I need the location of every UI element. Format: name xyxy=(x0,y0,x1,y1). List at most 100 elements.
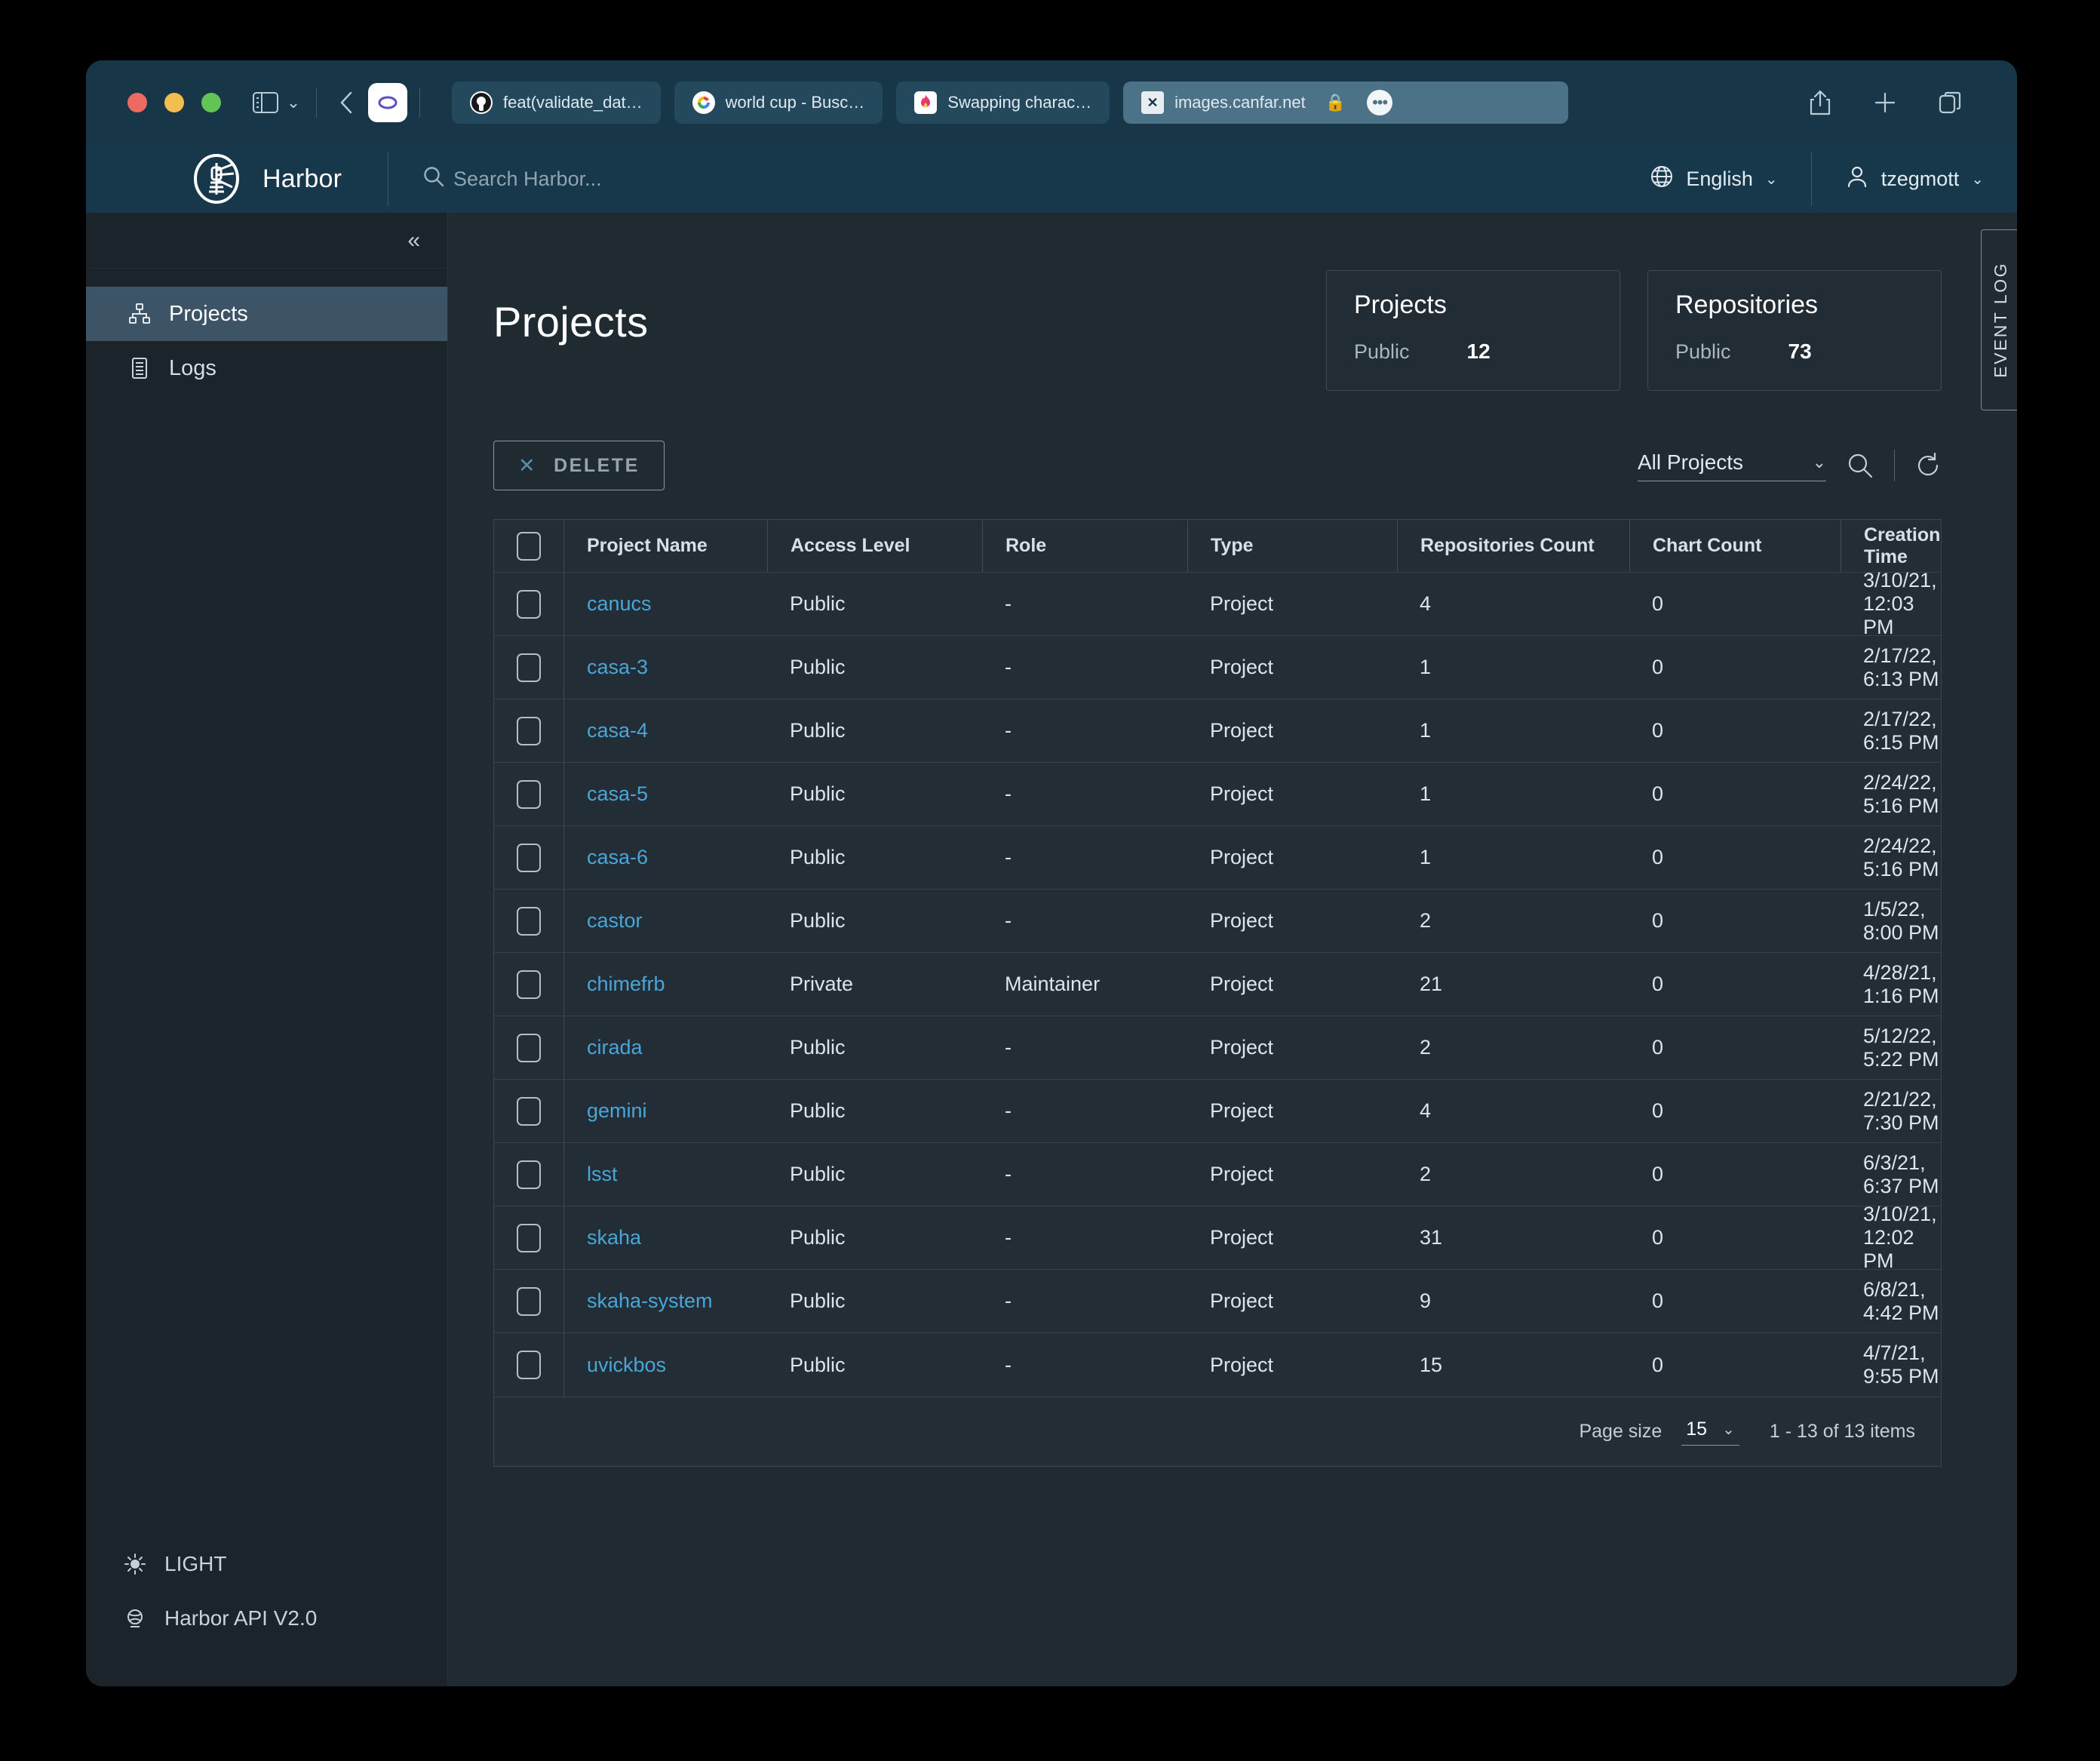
cell-role: - xyxy=(1005,1099,1012,1122)
sidebar-item-logs[interactable]: Logs xyxy=(86,341,447,395)
column-header-project-name[interactable]: Project Name xyxy=(563,520,767,572)
event-log-tab[interactable]: EVENT LOG xyxy=(1981,229,2017,410)
row-checkbox[interactable] xyxy=(494,1270,563,1332)
row-checkbox[interactable] xyxy=(494,1206,563,1269)
row-checkbox[interactable] xyxy=(494,1143,563,1206)
language-selector[interactable]: English ⌄ xyxy=(1616,164,1810,194)
table-row[interactable]: casa-4 Public - Project 1 0 2/17/22, 6:15 PM xyxy=(494,699,1941,763)
table-row[interactable]: gemini Public - Project 4 0 2/21/22, 7:30 PM xyxy=(494,1080,1941,1143)
projects-table: Project Name Access Level Role Type Repo… xyxy=(493,519,1942,1467)
back-icon[interactable] xyxy=(329,85,364,120)
chevron-down-icon: ⌄ xyxy=(1971,171,1984,188)
harbor-brand[interactable]: Harbor xyxy=(109,154,388,204)
harbor-api-link[interactable]: Harbor API V2.0 xyxy=(86,1591,447,1646)
table-row[interactable]: casa-5 Public - Project 1 0 2/24/22, 5:16 PM xyxy=(494,763,1941,826)
browser-tab-google[interactable]: world cup - Busc… xyxy=(674,81,883,124)
share-icon[interactable] xyxy=(1803,85,1838,120)
row-checkbox[interactable] xyxy=(494,826,563,889)
table-row[interactable]: cirada Public - Project 2 0 5/12/22, 5:22 PM xyxy=(494,1016,1941,1080)
project-link[interactable]: casa-4 xyxy=(587,719,648,742)
cell-role: - xyxy=(1005,719,1012,742)
column-header-creation-time[interactable]: Creation Time xyxy=(1841,520,1941,572)
close-window-button[interactable] xyxy=(127,93,147,112)
delete-button[interactable]: ✕ DELETE xyxy=(493,441,665,490)
row-checkbox[interactable] xyxy=(494,1080,563,1142)
row-checkbox[interactable] xyxy=(494,1333,563,1397)
table-row[interactable]: skaha-system Public - Project 9 0 6/8/21, 4:42… xyxy=(494,1270,1941,1333)
row-checkbox[interactable] xyxy=(494,636,563,699)
sidebar-collapse-button[interactable]: « xyxy=(86,213,447,269)
table-row[interactable]: skaha Public - Project 31 0 3/10/21, 12:02 PM xyxy=(494,1203,1941,1272)
api-icon xyxy=(122,1606,148,1631)
row-checkbox[interactable] xyxy=(494,1016,563,1079)
cell-repositories-count: 15 xyxy=(1420,1353,1443,1376)
cell-type: Project xyxy=(1210,1226,1274,1249)
table-row[interactable]: canucs Public - Project 4 0 3/10/21, 12:03 PM xyxy=(494,569,1941,638)
cell-creation-time: 3/10/21, 12:02 PM xyxy=(1863,1203,1937,1272)
column-header-repositories-count[interactable]: Repositories Count xyxy=(1397,520,1629,572)
sidebar-item-projects[interactable]: Projects xyxy=(86,287,447,341)
cell-type: Project xyxy=(1210,909,1274,932)
project-link[interactable]: casa-5 xyxy=(587,782,648,806)
page-size-value: 15 xyxy=(1686,1418,1708,1440)
row-checkbox[interactable] xyxy=(494,573,563,635)
minimize-window-button[interactable] xyxy=(164,93,184,112)
table-row[interactable]: chimefrb Private Maintainer Project 21 0 4/28/… xyxy=(494,953,1941,1016)
project-filter-select[interactable]: All Projects ⌄ xyxy=(1638,450,1826,481)
checkbox-icon xyxy=(517,1223,541,1252)
table-row[interactable]: lsst Public - Project 2 0 6/3/21, 6:37 PM xyxy=(494,1143,1941,1206)
new-tab-icon[interactable] xyxy=(1868,85,1902,120)
project-link[interactable]: casa-6 xyxy=(587,846,648,869)
row-checkbox[interactable] xyxy=(494,763,563,825)
cell-repositories-count: 2 xyxy=(1420,1036,1432,1059)
cell-creation-time: 2/24/22, 5:16 PM xyxy=(1863,834,1939,880)
browser-tab-strip: feat(validate_dat… world cup - Busc… Swa… xyxy=(452,81,1569,124)
column-header-chart-count[interactable]: Chart Count xyxy=(1629,520,1841,572)
theme-toggle-light[interactable]: LIGHT xyxy=(86,1537,447,1591)
chevron-down-icon[interactable]: ⌄ xyxy=(283,93,304,112)
harbor-logo-icon xyxy=(192,154,241,204)
search-input[interactable]: Search Harbor... xyxy=(422,164,602,194)
project-link[interactable]: canucs xyxy=(587,592,652,616)
current-site-favicon-icon[interactable] xyxy=(368,83,407,122)
tab-more-icon[interactable]: ••• xyxy=(1367,90,1393,115)
project-link[interactable]: gemini xyxy=(587,1099,647,1123)
column-header-role[interactable]: Role xyxy=(982,520,1187,572)
project-link[interactable]: lsst xyxy=(587,1163,618,1186)
sidebar-toggle-icon[interactable] xyxy=(248,85,283,120)
browser-tab-swapping[interactable]: Swapping charac… xyxy=(896,81,1110,124)
maximize-window-button[interactable] xyxy=(201,93,221,112)
browser-tab-images-canfar[interactable]: ✕ images.canfar.net 🔒 ••• xyxy=(1123,81,1569,124)
sidebar-item-label: Logs xyxy=(169,355,216,380)
browser-tab-github[interactable]: feat(validate_dat… xyxy=(452,81,661,124)
stat-card-projects[interactable]: Projects Public 12 xyxy=(1326,270,1620,391)
project-link[interactable]: castor xyxy=(587,909,643,933)
checkbox-icon xyxy=(517,1286,541,1316)
table-row[interactable]: casa-6 Public - Project 1 0 2/24/22, 5:16 PM xyxy=(494,826,1941,890)
search-icon[interactable] xyxy=(1846,451,1874,480)
refresh-icon[interactable] xyxy=(1914,452,1942,479)
select-all-checkbox[interactable] xyxy=(494,520,563,572)
project-link[interactable]: chimefrb xyxy=(587,973,665,996)
user-menu[interactable]: tzegmott ⌄ xyxy=(1812,164,2017,194)
table-row[interactable]: uvickbos Public - Project 15 0 4/7/21, 9:55 PM xyxy=(494,1333,1941,1397)
table-row[interactable]: castor Public - Project 2 0 1/5/22, 8:00 PM xyxy=(494,890,1941,953)
row-checkbox[interactable] xyxy=(494,699,563,762)
google-icon xyxy=(692,91,715,114)
table-row[interactable]: casa-3 Public - Project 1 0 2/17/22, 6:13 PM xyxy=(494,636,1941,699)
project-link[interactable]: skaha-system xyxy=(587,1289,713,1313)
double-chevron-left-icon: « xyxy=(407,227,420,253)
project-link[interactable]: uvickbos xyxy=(587,1354,666,1377)
column-header-access-level[interactable]: Access Level xyxy=(767,520,982,572)
tab-overview-icon[interactable] xyxy=(1933,85,1967,120)
project-link[interactable]: cirada xyxy=(587,1036,643,1059)
page-size-select[interactable]: 15 ⌄ xyxy=(1681,1418,1739,1446)
stat-card-repositories[interactable]: Repositories Public 73 xyxy=(1647,270,1942,391)
project-link[interactable]: casa-3 xyxy=(587,656,648,679)
project-link[interactable]: skaha xyxy=(587,1226,641,1249)
row-checkbox[interactable] xyxy=(494,953,563,1016)
column-header-type[interactable]: Type xyxy=(1187,520,1397,572)
delete-button-label: DELETE xyxy=(554,454,640,476)
cell-repositories-count: 21 xyxy=(1420,973,1443,995)
row-checkbox[interactable] xyxy=(494,890,563,952)
